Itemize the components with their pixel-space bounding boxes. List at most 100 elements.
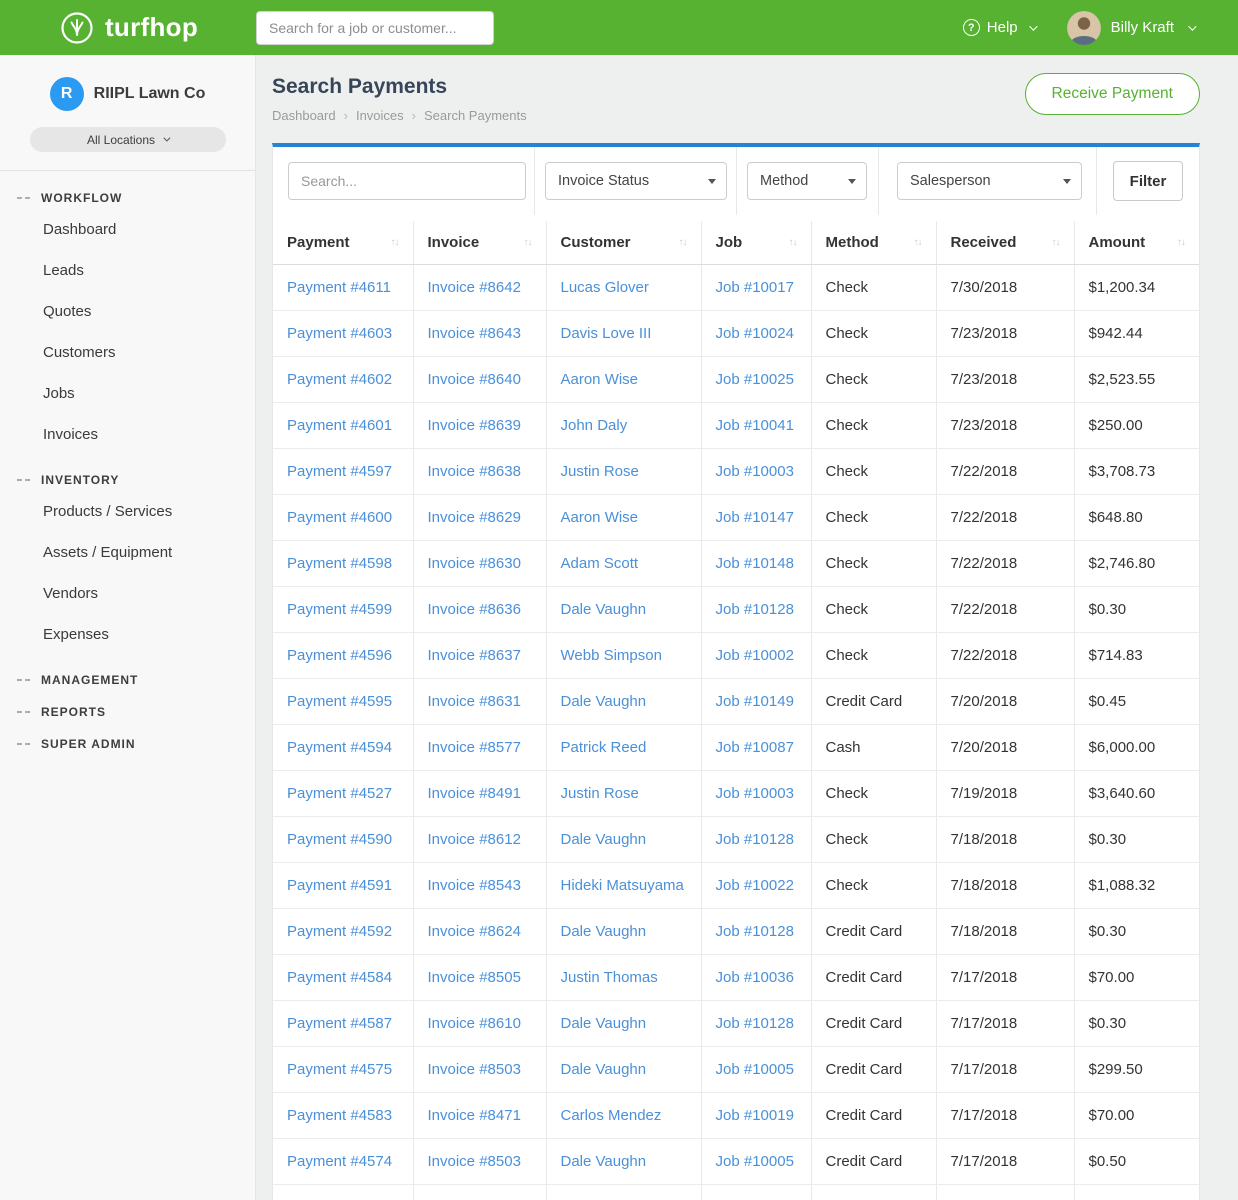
job-link[interactable]: Job #10148	[716, 555, 794, 572]
job-link[interactable]: Job #10019	[716, 1107, 794, 1124]
column-header-method[interactable]: Method↑↓	[811, 221, 936, 265]
invoice-link[interactable]: Invoice #8543	[428, 877, 521, 894]
invoice-link[interactable]: Invoice #8612	[428, 831, 521, 848]
payment-link[interactable]: Payment #4592	[287, 923, 392, 940]
payment-link[interactable]: Payment #4575	[287, 1061, 392, 1078]
sidebar-section-reports[interactable]: REPORTS	[0, 705, 255, 719]
customer-link[interactable]: Lucas Glover	[561, 279, 649, 296]
customer-link[interactable]: Justin Rose	[561, 463, 639, 480]
customer-link[interactable]: Carlos Mendez	[561, 1107, 662, 1124]
job-link[interactable]: Job #10128	[716, 831, 794, 848]
invoice-status-select[interactable]: Invoice Status	[545, 162, 727, 200]
job-link[interactable]: Job #10017	[716, 279, 794, 296]
payment-link[interactable]: Payment #4601	[287, 417, 392, 434]
customer-link[interactable]: Dale Vaughn	[561, 1015, 647, 1032]
column-header-payment[interactable]: Payment↑↓	[273, 221, 413, 265]
job-link[interactable]: Job #10024	[716, 325, 794, 342]
customer-link[interactable]: Webb Simpson	[561, 647, 662, 664]
payment-link[interactable]: Payment #4590	[287, 831, 392, 848]
customer-link[interactable]: Adam Scott	[561, 555, 639, 572]
job-link[interactable]: Job #10149	[716, 693, 794, 710]
job-link[interactable]: Job #10128	[716, 1015, 794, 1032]
global-search-input[interactable]	[256, 11, 494, 45]
help-menu[interactable]: ? Help	[963, 19, 1035, 36]
sidebar-item-assets-equipment[interactable]: Assets / Equipment	[0, 532, 255, 573]
job-link[interactable]: Job #10022	[716, 877, 794, 894]
customer-link[interactable]: Hideki Matsuyama	[561, 877, 684, 894]
invoice-link[interactable]: Invoice #8630	[428, 555, 521, 572]
payment-link[interactable]: Payment #4584	[287, 969, 392, 986]
customer-link[interactable]: Justin Thomas	[561, 969, 658, 986]
customer-link[interactable]: Dale Vaughn	[561, 601, 647, 618]
job-link[interactable]: Job #10041	[716, 417, 794, 434]
customer-link[interactable]: Aaron Wise	[561, 509, 639, 526]
invoice-link[interactable]: Invoice #8471	[428, 1107, 521, 1124]
sidebar-section-workflow[interactable]: WORKFLOW	[0, 191, 255, 205]
sort-icon[interactable]: ↑↓	[1052, 237, 1060, 248]
sort-icon[interactable]: ↑↓	[789, 237, 797, 248]
brand[interactable]: turfhop	[0, 9, 256, 47]
payment-link[interactable]: Payment #4602	[287, 371, 392, 388]
breadcrumb-item-invoices[interactable]: Invoices	[356, 108, 404, 123]
sort-icon[interactable]: ↑↓	[1177, 237, 1185, 248]
customer-link[interactable]: Davis Love III	[561, 325, 652, 342]
payment-link[interactable]: Payment #4591	[287, 877, 392, 894]
job-link[interactable]: Job #10005	[716, 1153, 794, 1170]
payment-link[interactable]: Payment #4611	[287, 279, 391, 296]
job-link[interactable]: Job #10036	[716, 969, 794, 986]
sidebar-item-customers[interactable]: Customers	[0, 332, 255, 373]
method-select[interactable]: Method	[747, 162, 867, 200]
column-header-invoice[interactable]: Invoice↑↓	[413, 221, 546, 265]
invoice-link[interactable]: Invoice #8643	[428, 325, 521, 342]
sidebar-item-jobs[interactable]: Jobs	[0, 373, 255, 414]
sort-icon[interactable]: ↑↓	[679, 237, 687, 248]
column-header-job[interactable]: Job↑↓	[701, 221, 811, 265]
invoice-link[interactable]: Invoice #8637	[428, 647, 521, 664]
customer-link[interactable]: Patrick Reed	[561, 739, 647, 756]
invoice-link[interactable]: Invoice #8640	[428, 371, 521, 388]
invoice-link[interactable]: Invoice #8629	[428, 509, 521, 526]
sidebar-item-dashboard[interactable]: Dashboard	[0, 209, 255, 250]
customer-link[interactable]: Dale Vaughn	[561, 1061, 647, 1078]
column-header-received[interactable]: Received↑↓	[936, 221, 1074, 265]
job-link[interactable]: Job #10003	[716, 463, 794, 480]
sidebar-item-vendors[interactable]: Vendors	[0, 573, 255, 614]
invoice-link[interactable]: Invoice #8642	[428, 279, 521, 296]
payment-link[interactable]: Payment #4595	[287, 693, 392, 710]
payment-link[interactable]: Payment #4603	[287, 325, 392, 342]
sidebar-section-super-admin[interactable]: SUPER ADMIN	[0, 737, 255, 751]
job-link[interactable]: Job #10147	[716, 509, 794, 526]
invoice-link[interactable]: Invoice #8624	[428, 923, 521, 940]
sidebar-section-management[interactable]: MANAGEMENT	[0, 673, 255, 687]
sidebar-item-products-services[interactable]: Products / Services	[0, 491, 255, 532]
payment-link[interactable]: Payment #4600	[287, 509, 392, 526]
sidebar-section-inventory[interactable]: INVENTORY	[0, 473, 255, 487]
payment-link[interactable]: Payment #4596	[287, 647, 392, 664]
invoice-link[interactable]: Invoice #8577	[428, 739, 521, 756]
customer-link[interactable]: Dale Vaughn	[561, 831, 647, 848]
invoice-link[interactable]: Invoice #8491	[428, 785, 521, 802]
receive-payment-button[interactable]: Receive Payment	[1025, 73, 1200, 115]
job-link[interactable]: Job #10002	[716, 647, 794, 664]
sort-icon[interactable]: ↑↓	[391, 237, 399, 248]
payment-link[interactable]: Payment #4599	[287, 601, 392, 618]
locations-dropdown[interactable]: All Locations	[30, 127, 226, 152]
job-link[interactable]: Job #10087	[716, 739, 794, 756]
sidebar-item-expenses[interactable]: Expenses	[0, 614, 255, 655]
sidebar-item-leads[interactable]: Leads	[0, 250, 255, 291]
customer-link[interactable]: Dale Vaughn	[561, 693, 647, 710]
invoice-link[interactable]: Invoice #8505	[428, 969, 521, 986]
invoice-link[interactable]: Invoice #8631	[428, 693, 521, 710]
breadcrumb-item-dashboard[interactable]: Dashboard	[272, 108, 336, 123]
customer-link[interactable]: Justin Rose	[561, 785, 639, 802]
filter-button[interactable]: Filter	[1113, 161, 1183, 201]
payment-link[interactable]: Payment #4587	[287, 1015, 392, 1032]
payment-link[interactable]: Payment #4597	[287, 463, 392, 480]
job-link[interactable]: Job #10128	[716, 601, 794, 618]
customer-link[interactable]: Dale Vaughn	[561, 923, 647, 940]
payment-link[interactable]: Payment #4583	[287, 1107, 392, 1124]
sidebar-item-quotes[interactable]: Quotes	[0, 291, 255, 332]
payment-link[interactable]: Payment #4594	[287, 739, 392, 756]
payments-search-input[interactable]	[288, 162, 526, 200]
customer-link[interactable]: John Daly	[561, 417, 628, 434]
